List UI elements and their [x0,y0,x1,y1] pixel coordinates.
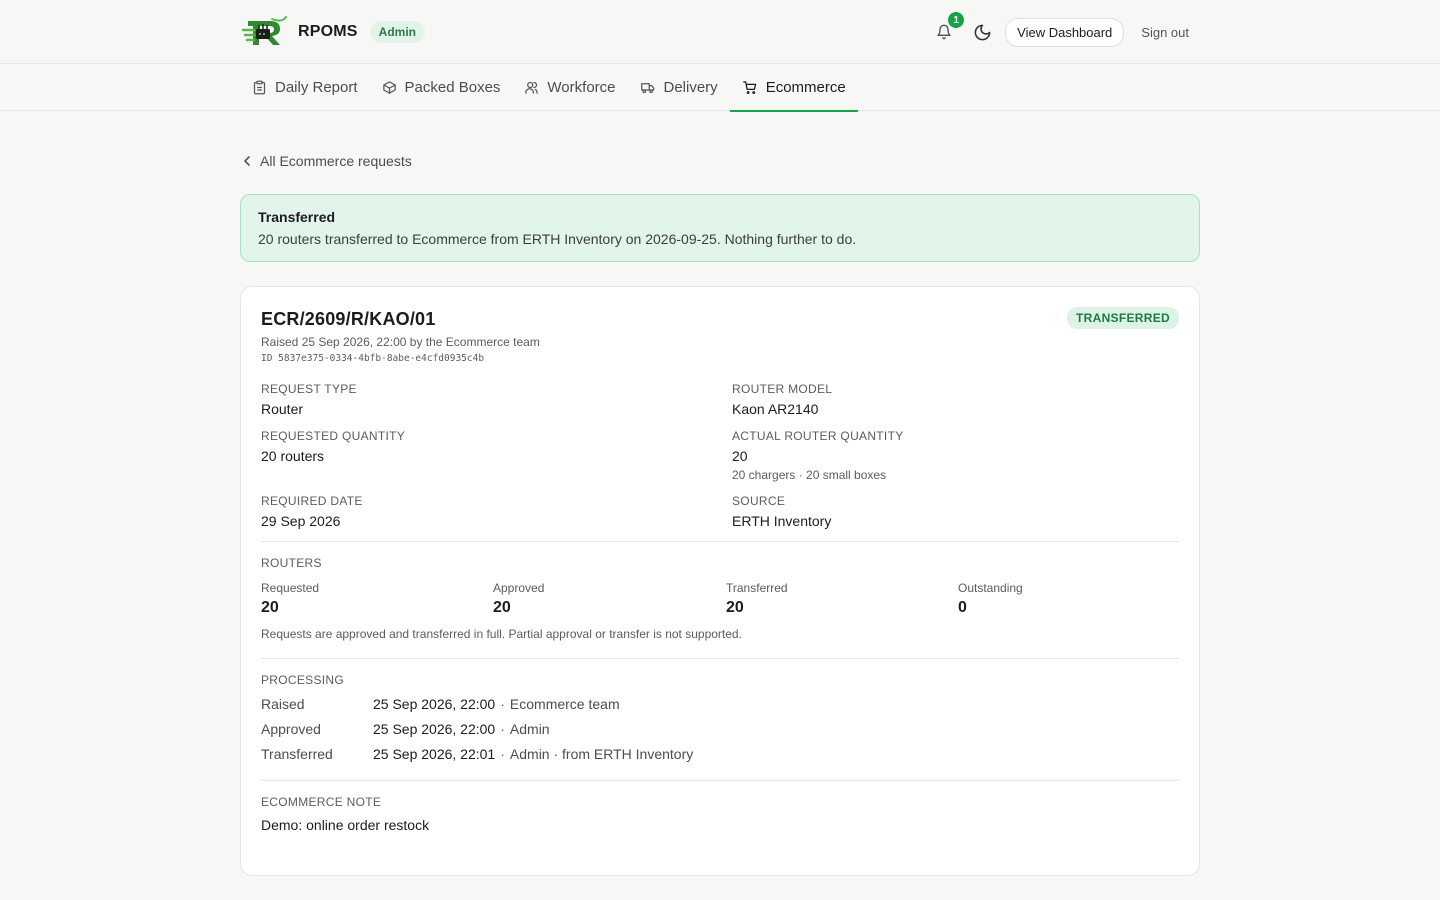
processing-step: Approved [261,721,321,737]
stat-approved: Approved 20 [493,581,726,617]
truck-icon [640,83,654,94]
clipboard-icon [253,80,266,95]
field-sub-value: 20 chargers · 20 small boxes [732,468,887,482]
tab-delivery[interactable]: Delivery [628,64,730,111]
stat-label: Transferred [726,581,788,595]
field-actual-router-quantity: ACTUAL ROUTER QUANTITY 20 20 chargers · … [732,429,1179,482]
status-alert: Transferred 20 routers transferred to Ec… [240,194,1200,262]
processing-section: PROCESSING Raised 25 Sep 2026, 22:00 · E… [261,659,1179,780]
view-dashboard-button[interactable]: View Dashboard [1005,17,1125,47]
request-details-grid: REQUEST TYPE Router ROUTER MODEL Kaon AR… [261,382,1179,541]
processing-row-approved: Approved 25 Sep 2026, 22:00 · Admin [261,721,1179,737]
alert-text: 20 routers transferred to Ecommerce from… [258,231,857,247]
status-badge: TRANSFERRED [1067,307,1179,329]
field-value: ERTH Inventory [732,513,832,529]
moon-icon [974,24,991,40]
field-label: REQUIRED DATE [261,494,363,508]
separator-dot: · [500,721,505,737]
routers-section: ROUTERS Requested 20 Approved 20 Transfe… [261,542,1179,658]
section-label: ROUTERS [261,556,322,570]
notification-count-badge: 1 [948,12,965,28]
field-value: 20 routers [261,448,325,464]
tab-label: Delivery [663,79,718,96]
tab-packed-boxes[interactable]: Packed Boxes [370,64,513,111]
request-code: ECR/2609/R/KAO/01 [261,309,436,329]
router-stats: Requested 20 Approved 20 Transferred 20 … [261,581,1179,617]
top-bar: RPOMS Admin 1 View Dashboard Sign out [0,0,1440,64]
app-name: RPOMS [298,23,358,40]
processing-row-transferred: Transferred 25 Sep 2026, 22:01 · Admin ·… [261,746,1179,762]
field-source: SOURCE ERTH Inventory [732,494,1179,529]
field-request-type: REQUEST TYPE Router [261,382,732,417]
sign-out-button[interactable]: Sign out [1141,25,1189,40]
tab-label: Daily Report [275,79,358,96]
ecommerce-note-section: ECOMMERCE NOTE Demo: online order restoc… [261,781,1179,833]
processing-actor: Admin · from ERTH Inventory [509,746,694,762]
processing-time: 25 Sep 2026, 22:01 [373,746,496,762]
field-required-date: REQUIRED DATE 29 Sep 2026 [261,494,732,529]
chevron-left-icon [244,156,250,166]
processing-time: 25 Sep 2026, 22:00 [373,721,496,737]
stat-label: Outstanding [958,581,1023,595]
field-value: Router [261,401,304,417]
stat-outstanding: Outstanding 0 [958,581,1179,617]
stat-label: Approved [493,581,545,595]
user-icon [525,81,539,94]
raised-line: Raised 25 Sep 2026, 22:00 by the Ecommer… [261,335,540,349]
processing-actor: Admin [509,721,550,737]
stat-value: 20 [493,599,511,616]
bell-icon [937,24,951,40]
stat-value: 20 [261,599,279,616]
back-link-label: All Ecommerce requests [260,153,412,169]
rpoms-logo-icon[interactable] [242,15,288,49]
field-requested-quantity: REQUESTED QUANTITY 20 routers [261,429,732,482]
tab-workforce[interactable]: Workforce [512,64,627,111]
box-icon [382,81,396,94]
processing-step: Transferred [261,746,333,762]
tab-ecommerce[interactable]: Ecommerce [729,64,858,112]
request-uuid: ID 5837e375-0334-4bfb-8abe-e4cfd0935c4b [261,353,485,364]
ecommerce-note-value: Demo: online order restock [261,817,430,833]
section-label: ECOMMERCE NOTE [261,795,382,809]
tab-label: Packed Boxes [404,79,501,96]
theme-toggle-button[interactable] [971,21,993,43]
field-label: REQUESTED QUANTITY [261,429,406,443]
stat-requested: Requested 20 [261,581,493,617]
role-badge: Admin [369,21,426,43]
stat-value: 20 [726,599,744,616]
notifications-button[interactable]: 1 [933,12,965,43]
separator-dot: · [500,746,505,762]
field-label: ACTUAL ROUTER QUANTITY [732,429,904,443]
main-content: All Ecommerce requests Transferred 20 ro… [240,153,1200,876]
field-label: REQUEST TYPE [261,382,357,396]
processing-step: Raised [261,696,305,712]
field-label: ROUTER MODEL [732,382,833,396]
field-value: Kaon AR2140 [732,401,819,417]
processing-actor: Ecommerce team [509,696,620,712]
section-label: PROCESSING [261,673,345,687]
tab-daily-report[interactable]: Daily Report [240,64,370,111]
main-tabs: Daily Report Packed Boxes Workforce Deli… [0,64,1440,112]
field-value: 29 Sep 2026 [261,513,341,529]
stat-value: 0 [958,599,967,616]
request-card: TRANSFERRED ECR/2609/R/KAO/01 Raised 25 … [240,286,1200,876]
tab-label: Workforce [547,79,616,96]
alert-title: Transferred [258,209,336,225]
separator-dot: · [500,696,505,712]
tab-label: Ecommerce [765,79,846,96]
field-router-model: ROUTER MODEL Kaon AR2140 [732,382,1179,417]
processing-time: 25 Sep 2026, 22:00 [373,696,496,712]
field-label: SOURCE [732,494,786,508]
back-to-requests-link[interactable]: All Ecommerce requests [242,153,1200,169]
routers-note: Requests are approved and transferred in… [261,627,742,641]
stat-transferred: Transferred 20 [726,581,958,617]
field-value: 20 [732,448,748,464]
cart-icon [742,81,756,94]
processing-row-raised: Raised 25 Sep 2026, 22:00 · Ecommerce te… [261,696,1179,712]
stat-label: Requested [261,581,320,595]
